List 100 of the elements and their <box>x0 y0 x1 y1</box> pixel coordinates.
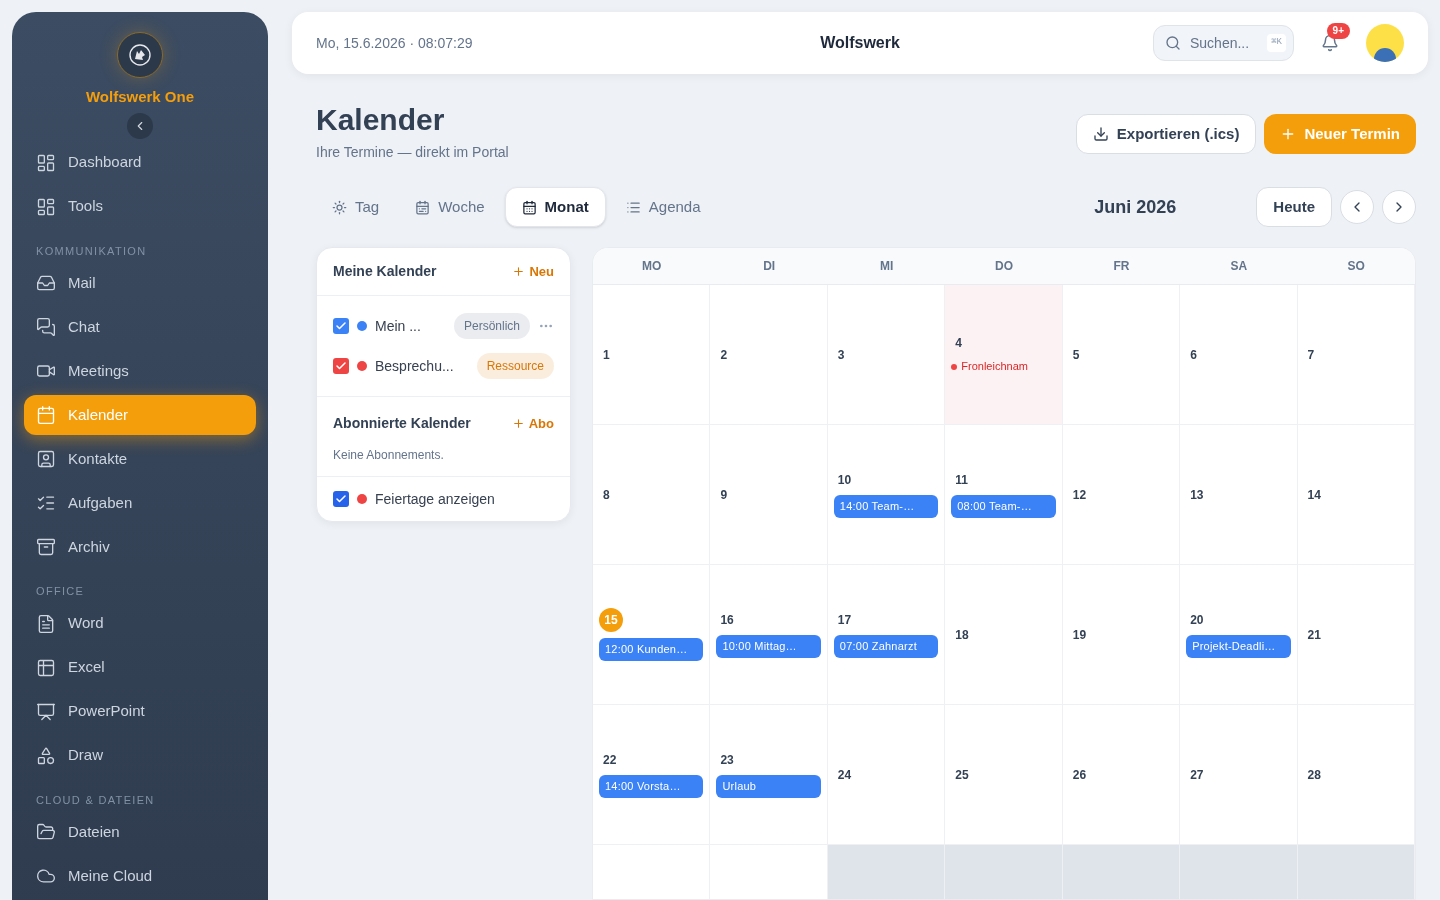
day-number: 11 <box>954 472 969 490</box>
empty-message: Keine Abonnements. <box>333 447 445 464</box>
day-number: 25 <box>954 766 970 784</box>
folder-icon <box>36 822 56 842</box>
export-button[interactable]: Exportieren (.ics) <box>1075 114 1257 154</box>
nav-item[interactable]: Aufgaben <box>24 483 256 523</box>
view-tab[interactable]: Tag <box>316 187 396 227</box>
nav-item[interactable]: Dateien <box>24 812 256 852</box>
nav-item[interactable]: PowerPoint <box>24 691 256 732</box>
day-cell[interactable]: 4 Fronleichnam <box>945 285 1063 424</box>
day-number: 17 <box>836 612 853 630</box>
weekday-header: DI <box>763 258 776 275</box>
calendar-tag: Persönlich <box>453 313 530 339</box>
next-button[interactable] <box>1382 190 1416 224</box>
nav-item[interactable]: Word <box>24 603 256 644</box>
section-label: CLOUD & DATEIEN <box>35 792 156 808</box>
section-label: KOMMUNIKATION <box>35 243 148 259</box>
page-title: Kalender <box>316 102 446 138</box>
day-number: 20 <box>1189 612 1205 630</box>
calendar-icon <box>36 405 56 425</box>
weekday-header: SO <box>1347 258 1365 275</box>
collapse-button[interactable] <box>127 112 153 139</box>
checkbox[interactable] <box>333 358 349 374</box>
weekday-header: MO <box>642 258 662 275</box>
event-chip[interactable]: Urlaub <box>716 775 821 798</box>
event-chip[interactable]: 08:00 Team-… <box>951 495 1056 518</box>
list-icon <box>625 199 641 215</box>
event-chip[interactable]: 07:00 Zahnarzt <box>833 635 939 658</box>
dashboard-icon <box>36 196 56 217</box>
month-label: Juni 2026 <box>1094 195 1177 219</box>
document-icon <box>36 613 56 634</box>
event-chip[interactable]: Projekt-Deadli… <box>1186 635 1291 658</box>
checkbox[interactable] <box>333 318 349 334</box>
plus-icon <box>511 417 525 430</box>
weekday-header: DO <box>995 258 1013 275</box>
cloud-icon <box>36 866 56 886</box>
section-label: OFFICE <box>35 584 86 599</box>
day-number: 10 <box>836 472 853 490</box>
calendar-icon <box>521 199 537 215</box>
nav-item[interactable]: Kontakte <box>24 439 256 479</box>
nav-item[interactable]: Draw <box>24 735 256 776</box>
day-number: 9 <box>719 486 729 504</box>
calendar-tag: Ressource <box>476 353 554 379</box>
nav-item[interactable]: Dashboard <box>24 142 256 183</box>
day-number: 23 <box>719 752 735 770</box>
nav-item[interactable]: Archiv <box>24 527 256 567</box>
day-number: 1 <box>602 346 611 364</box>
day-number: 27 <box>1189 766 1205 784</box>
today-button[interactable]: Heute <box>1256 187 1332 227</box>
logo-icon <box>117 32 163 78</box>
nav-item[interactable]: Mail <box>24 263 256 303</box>
plus-icon <box>512 265 526 278</box>
nav-item[interactable]: Meine Cloud <box>24 856 256 896</box>
day-number: 3 <box>836 346 846 364</box>
previous-button[interactable] <box>1340 190 1374 224</box>
nav-item[interactable]: Tools <box>24 186 256 227</box>
nav-item[interactable]: Meetings <box>24 351 256 391</box>
day-number: 4 <box>954 335 963 353</box>
event-chip[interactable]: 14:00 Team-… <box>833 495 939 518</box>
calendar-name: Besprechu... <box>375 356 454 376</box>
calendar-icon <box>415 199 431 215</box>
weekday-header: MI <box>879 258 894 275</box>
shortcut-hint: ⌘K <box>1267 34 1286 52</box>
sun-icon <box>332 199 347 215</box>
event-chip[interactable]: 12:00 Kunden… <box>599 638 704 661</box>
nav-item[interactable]: Chat <box>24 307 256 347</box>
panel-title: Meine Kalender <box>333 262 437 281</box>
bell-icon <box>1321 34 1339 52</box>
dashboard-icon <box>36 152 56 173</box>
day-number: 16 <box>719 612 735 630</box>
day-number: 13 <box>1189 486 1205 504</box>
day-number: 21 <box>1306 626 1322 644</box>
day-number: 14 <box>1306 486 1322 504</box>
check-icon <box>335 493 347 505</box>
holiday-toggle-label: Feiertage anzeigen <box>375 489 495 509</box>
nav-item[interactable]: Excel <box>24 647 256 688</box>
event-chip[interactable]: 14:00 Vorsta… <box>599 775 704 798</box>
event-chip[interactable]: 10:00 Mittag… <box>716 635 821 658</box>
day-number: 2 <box>719 346 729 364</box>
view-tab[interactable]: Agenda <box>609 187 717 227</box>
checkbox[interactable] <box>333 491 349 507</box>
day-number: 7 <box>1306 346 1316 364</box>
download-icon <box>1092 126 1109 142</box>
today-marker: 15 <box>599 608 623 633</box>
day-number: 24 <box>836 766 853 784</box>
app-title: Wolfswerk <box>820 33 900 53</box>
day-number: 19 <box>1071 626 1088 644</box>
user-avatar[interactable] <box>1366 24 1404 62</box>
weekday-header: SA <box>1230 258 1248 275</box>
view-tab[interactable]: Woche <box>399 187 501 227</box>
date-time: Mo, 15.6.2026 · 08:07:29 <box>316 33 473 53</box>
table-icon <box>36 657 56 678</box>
day-number: 8 <box>602 486 611 504</box>
shapes-icon <box>36 745 56 766</box>
day-number: 26 <box>1071 766 1088 784</box>
archive-icon <box>36 537 56 557</box>
page-subtitle: Ihre Termine — direkt im Portal <box>316 143 509 162</box>
day-number: 22 <box>602 752 618 770</box>
day-number: 12 <box>1071 486 1088 504</box>
view-tab[interactable]: Monat <box>504 187 606 227</box>
